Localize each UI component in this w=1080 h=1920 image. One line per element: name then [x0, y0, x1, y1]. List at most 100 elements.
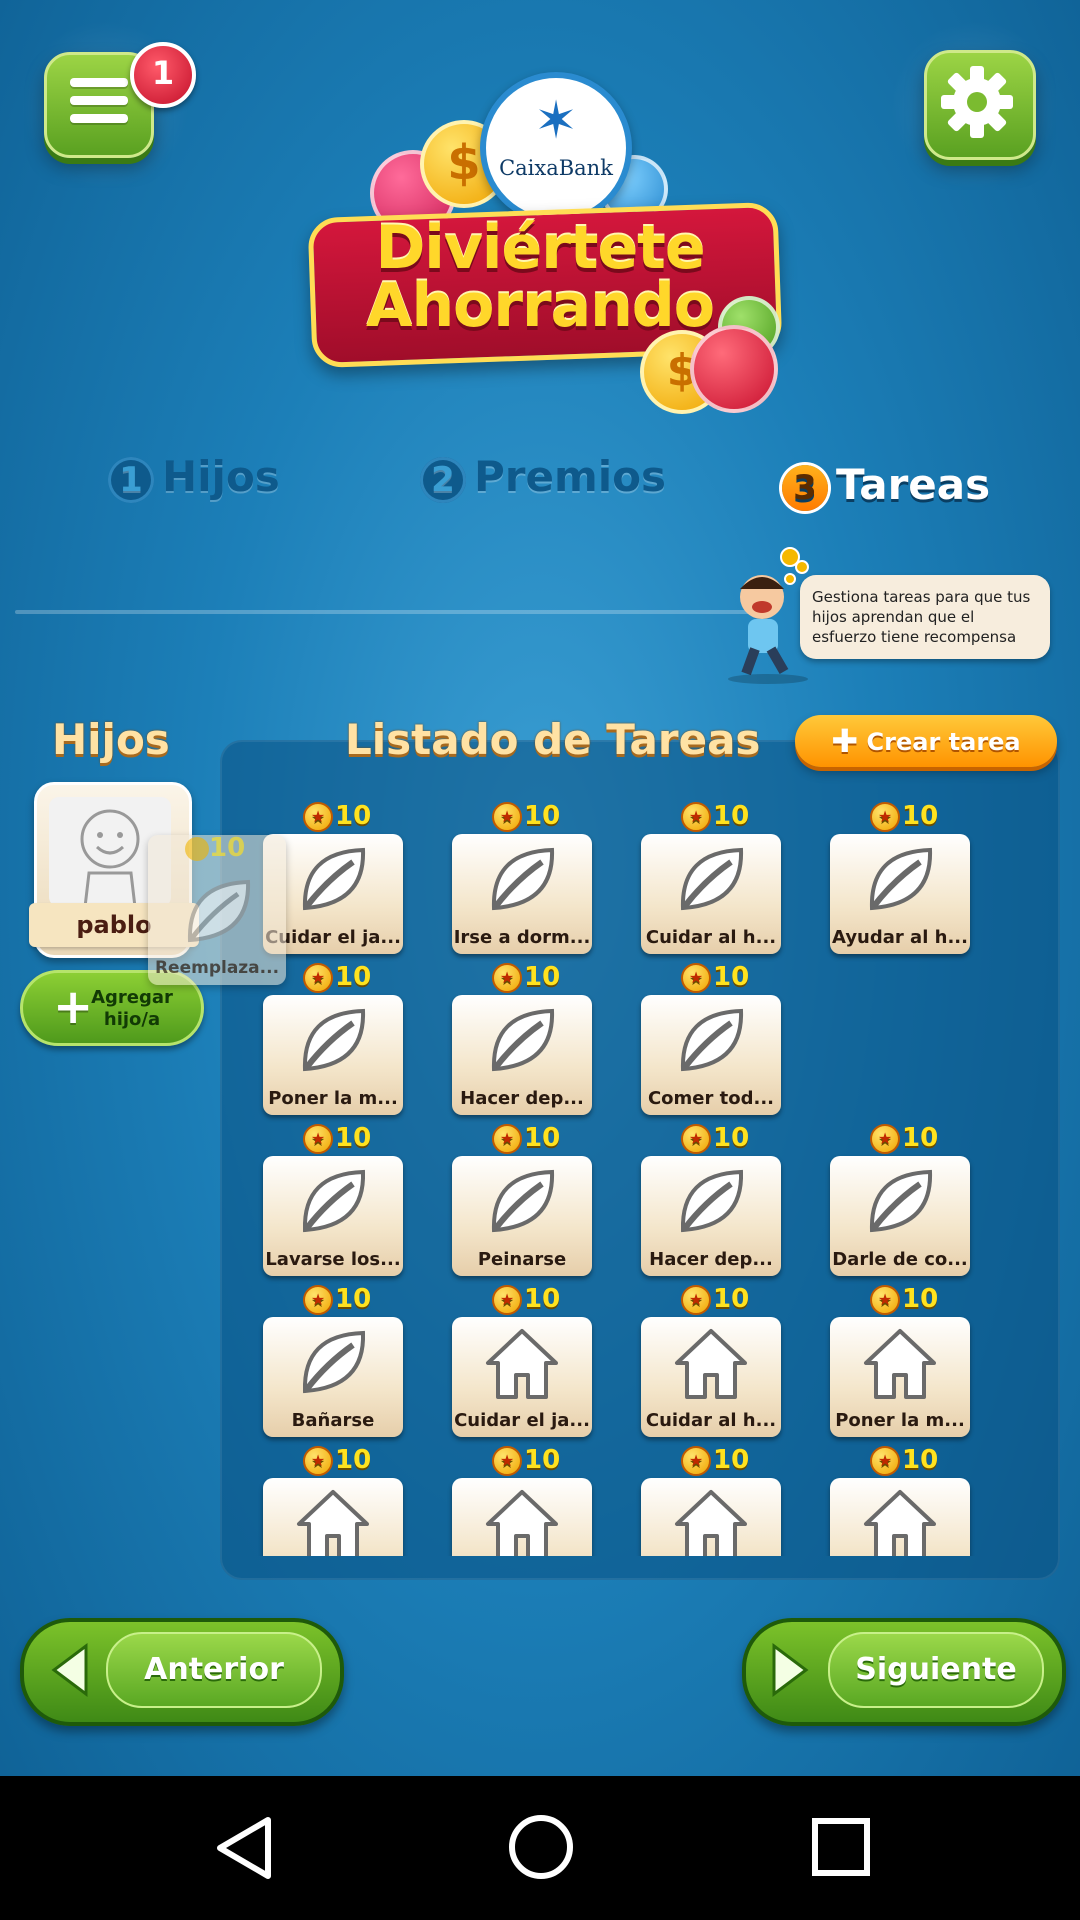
step-hijos[interactable]: 1 Hijos [108, 452, 280, 503]
star-coin-icon: ★ [303, 801, 333, 832]
task-card[interactable]: Peinarse [452, 1156, 592, 1276]
task-card[interactable]: Cuidar el ja... [452, 1317, 592, 1437]
leaf-icon [680, 847, 744, 911]
house-icon [486, 1490, 558, 1556]
leaf-icon [869, 1169, 933, 1233]
leaf-icon [491, 1008, 555, 1072]
create-task-label: Crear tarea [866, 728, 1021, 756]
task-item[interactable]: ★ 10 Lavarse los... [263, 1122, 403, 1282]
star-coin-icon: ★ [492, 962, 522, 993]
task-card[interactable]: Poner la m... [263, 995, 403, 1115]
task-card[interactable]: Irse a dorm... [452, 834, 592, 954]
leaf-icon [869, 847, 933, 911]
task-card[interactable]: Cuidar al h... [641, 1317, 781, 1437]
task-item[interactable]: ★ 10 [263, 1444, 403, 1556]
task-item[interactable]: ★ 10 Hacer dep... [641, 1122, 781, 1282]
step-number: 3 [782, 464, 828, 511]
task-item[interactable]: ★ 10 Cuidar al h... [641, 800, 781, 960]
leaf-icon [680, 1008, 744, 1072]
task-points: ★ 10 [870, 1444, 938, 1476]
task-points: ★ 10 [303, 1122, 371, 1154]
settings-button[interactable] [924, 50, 1036, 160]
task-item[interactable]: ★ 10 [830, 1444, 970, 1556]
task-card[interactable]: Darle de co... [830, 1156, 970, 1276]
task-card[interactable] [452, 1478, 592, 1556]
step-number: 2 [420, 456, 466, 503]
step-label: Premios [474, 452, 666, 501]
step-label: Tareas [836, 460, 991, 509]
star-coin-icon: ★ [303, 962, 333, 993]
notification-badge: 1 [130, 42, 196, 108]
task-card[interactable]: Bañarse [263, 1317, 403, 1437]
recents-nav-icon[interactable] [810, 1816, 872, 1878]
star-coin-icon: ★ [681, 801, 711, 832]
task-item[interactable]: ★ 10 Peinarse [452, 1122, 592, 1282]
task-card[interactable]: Poner la m... [830, 1317, 970, 1437]
star-coin-icon: ★ [681, 1284, 711, 1315]
task-points: ★ 10 [681, 800, 749, 832]
star-coin-icon: ★ [303, 1445, 333, 1476]
task-item[interactable]: ★ 10 Comer tod... [641, 961, 781, 1121]
task-points: ★ 10 [681, 961, 749, 993]
arrow-right-icon [772, 1643, 809, 1697]
task-card[interactable]: Comer tod... [641, 995, 781, 1115]
leaf-icon [302, 847, 366, 911]
task-points: ★ 10 [492, 961, 560, 993]
task-card[interactable] [263, 1478, 403, 1556]
step-tareas[interactable]: 3 Tareas [782, 460, 990, 511]
caixabank-star-icon: ✶ [534, 91, 578, 151]
task-card[interactable]: Cuidar al h... [641, 834, 781, 954]
house-icon [864, 1329, 936, 1399]
task-item[interactable]: ★ 10 [641, 1444, 781, 1556]
create-task-button[interactable]: ✚ Crear tarea [795, 715, 1057, 767]
task-points: ★ 10 [303, 1444, 371, 1476]
task-points: ★ 10 [870, 800, 938, 832]
dragging-task-points: 10 [185, 833, 245, 863]
task-points: ★ 10 [303, 800, 371, 832]
task-card[interactable]: Ayudar al h... [830, 834, 970, 954]
star-coin-icon: ★ [303, 1123, 333, 1154]
task-item[interactable]: ★ 10 Cuidar al h... [641, 1283, 781, 1443]
task-card[interactable]: Lavarse los... [263, 1156, 403, 1276]
task-item[interactable]: ★ 10 [452, 1444, 592, 1556]
step-premios[interactable]: 2 Premios [420, 452, 666, 503]
star-coin-icon: ★ [870, 1123, 900, 1154]
task-points: ★ 10 [492, 1444, 560, 1476]
next-label: Siguiente [828, 1632, 1044, 1708]
task-item[interactable]: ★ 10 Irse a dorm... [452, 800, 592, 960]
task-item[interactable]: ★ 10 Darle de co... [830, 1122, 970, 1282]
task-points: ★ 10 [681, 1283, 749, 1315]
task-item[interactable]: ★ 10 Cuidar el ja... [452, 1283, 592, 1443]
house-icon [675, 1490, 747, 1556]
task-points: ★ 10 [492, 800, 560, 832]
task-card[interactable]: Hacer dep... [641, 1156, 781, 1276]
previous-button[interactable]: Anterior [20, 1618, 344, 1726]
task-label: Cuidar al h... [645, 1410, 777, 1431]
task-grid: ★ 10 Cuidar el ja... ★ 10 Irse a dorm... ★ 10 Cu… [220, 800, 1060, 1556]
task-item[interactable]: ★ 10 Poner la m... [263, 961, 403, 1121]
house-icon [675, 1329, 747, 1399]
task-label: Poner la m... [268, 1088, 398, 1109]
task-card[interactable]: Hacer dep... [452, 995, 592, 1115]
back-nav-icon[interactable] [212, 1814, 276, 1882]
dragging-task-label: Reemplaza... [154, 958, 280, 978]
task-card[interactable] [830, 1478, 970, 1556]
house-icon [486, 1329, 558, 1399]
task-points: ★ 10 [303, 1283, 371, 1315]
leaf-icon [302, 1169, 366, 1233]
leaf-icon [491, 1169, 555, 1233]
task-item[interactable]: ★ 10 Ayudar al h... [830, 800, 970, 960]
star-coin-icon: ★ [681, 1123, 711, 1154]
task-card[interactable] [641, 1478, 781, 1556]
task-item[interactable]: ★ 10 Poner la m... [830, 1283, 970, 1443]
task-label: Hacer dep... [460, 1088, 584, 1109]
home-nav-icon[interactable] [506, 1812, 576, 1882]
task-item[interactable]: ★ 10 Hacer dep... [452, 961, 592, 1121]
plus-icon: + [53, 979, 94, 1035]
task-label: Irse a dorm... [453, 927, 591, 948]
task-points: ★ 10 [870, 1283, 938, 1315]
next-button[interactable]: Siguiente [742, 1618, 1066, 1726]
house-icon [297, 1490, 369, 1556]
star-coin-icon: ★ [870, 1445, 900, 1476]
task-item[interactable]: ★ 10 Bañarse [263, 1283, 403, 1443]
